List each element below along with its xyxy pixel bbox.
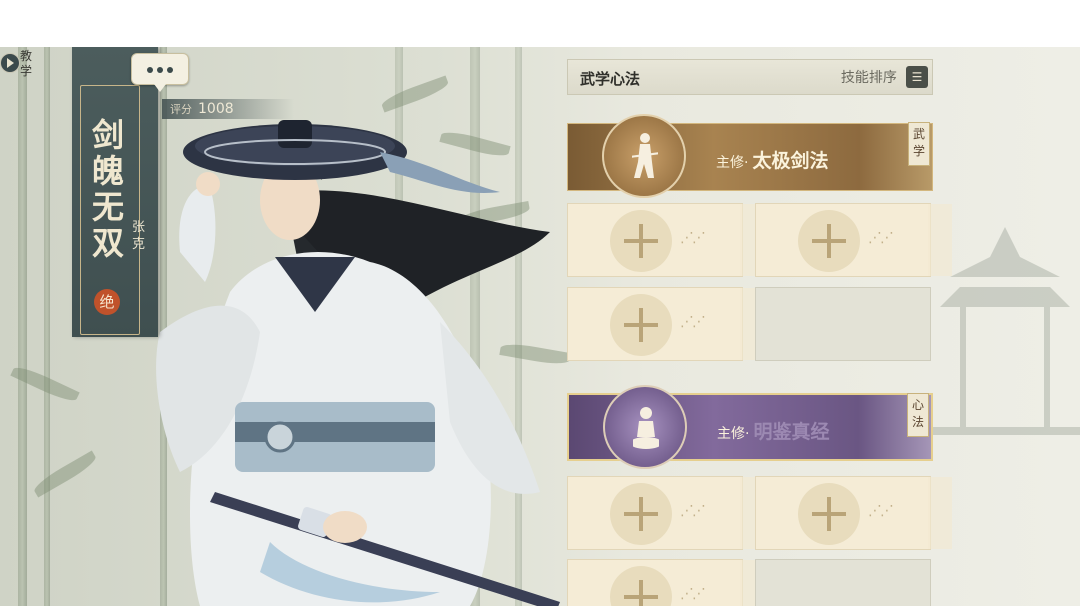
game-scene: 教学 剑魄无双 张克 绝 评分 1008 武学心法 技能排序 ☰ 主修· 太极剑… <box>0 47 1080 606</box>
more-options-button[interactable] <box>131 53 189 92</box>
footprints-icon: ⋰⋰ <box>680 586 706 602</box>
tutorial-label: 教学 <box>20 49 33 78</box>
character-name: 剑魄无双 <box>91 116 124 262</box>
skill-sort-button[interactable]: 技能排序 ☰ <box>841 66 928 90</box>
character-actor: 张克 <box>132 220 146 252</box>
inner-art-slot-3[interactable]: ⋰⋰ <box>567 559 764 606</box>
pavilion-decoration <box>930 227 1080 435</box>
skills-panel: 武学心法 技能排序 ☰ 主修· 太极剑法 武学 ⋰⋰ ⋰⋰ ⋰⋰ 主修· 明鉴真… <box>567 59 952 606</box>
main-inner-art-prefix: 主修· <box>717 426 750 442</box>
martial-art-slot-3[interactable]: ⋰⋰ <box>567 287 764 361</box>
plus-icon <box>798 210 860 272</box>
footprints-icon: ⋰⋰ <box>680 503 706 519</box>
score-value: 1008 <box>198 101 234 117</box>
main-martial-art-prefix: 主修· <box>716 155 749 171</box>
footprints-icon: ⋰⋰ <box>868 230 894 246</box>
inner-art-tag: 心法 <box>907 393 929 437</box>
inner-art-slot-2[interactable]: ⋰⋰ <box>755 476 952 550</box>
main-martial-art-card[interactable]: 主修· 太极剑法 武学 <box>567 114 933 198</box>
plus-icon <box>610 566 672 606</box>
character-portrait <box>156 120 560 606</box>
tutorial-button[interactable]: 教学 <box>0 47 40 91</box>
footprints-icon: ⋰⋰ <box>868 503 894 519</box>
rank-badge: 绝 <box>94 289 120 315</box>
footprints-icon: ⋰⋰ <box>680 230 706 246</box>
inner-art-slot-locked <box>755 559 931 606</box>
play-icon <box>0 53 20 73</box>
martial-art-slot-2[interactable]: ⋰⋰ <box>755 203 952 277</box>
main-inner-art-card[interactable]: 主修· 明鉴真经 心法 <box>567 385 933 469</box>
footprints-icon: ⋰⋰ <box>680 314 706 330</box>
panel-header: 武学心法 技能排序 ☰ <box>567 59 933 95</box>
plus-icon <box>610 483 672 545</box>
plus-icon <box>610 294 672 356</box>
main-inner-art-text: 主修· 明鉴真经 <box>717 417 829 444</box>
plus-icon <box>610 210 672 272</box>
score-display: 评分 1008 <box>162 99 294 119</box>
martial-art-slot-locked <box>755 287 931 361</box>
plus-icon <box>798 483 860 545</box>
main-inner-art-name: 明鉴真经 <box>753 421 830 443</box>
panel-title: 武学心法 <box>580 70 641 88</box>
swordsman-emblem-icon <box>602 114 686 198</box>
sort-icon: ☰ <box>906 66 928 88</box>
main-martial-art-name: 太极剑法 <box>752 150 829 172</box>
main-martial-art-text: 主修· 太极剑法 <box>716 146 828 173</box>
inner-art-slot-1[interactable]: ⋰⋰ <box>567 476 764 550</box>
martial-art-tag: 武学 <box>908 122 930 166</box>
score-label: 评分 <box>170 103 192 116</box>
sort-label: 技能排序 <box>840 70 897 86</box>
character-name-banner: 剑魄无双 张克 绝 <box>72 47 158 337</box>
martial-art-slot-1[interactable]: ⋰⋰ <box>567 203 764 277</box>
meditation-emblem-icon <box>603 385 687 469</box>
